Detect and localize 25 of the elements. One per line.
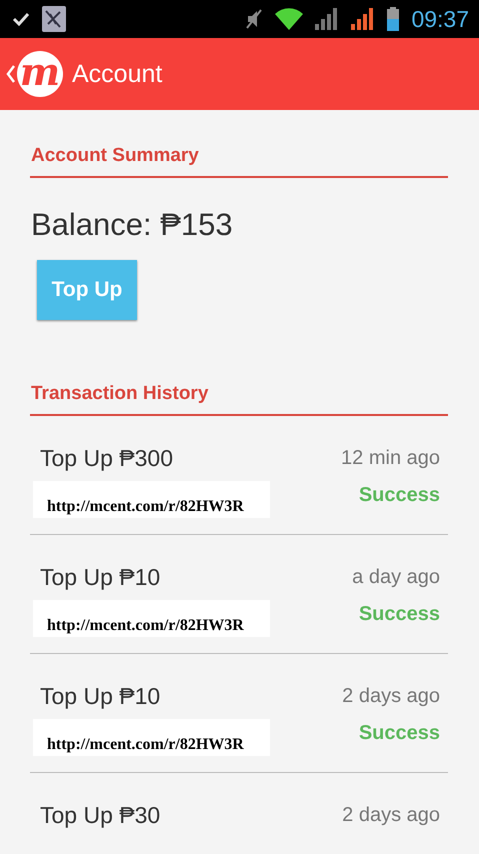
transaction-title: Top Up ₱10 xyxy=(40,563,162,591)
signal-icon xyxy=(351,8,376,30)
transaction-time: 12 min ago xyxy=(341,446,440,471)
section-heading: Account Summary xyxy=(30,110,448,178)
transaction-status: Success xyxy=(358,603,440,626)
battery-icon xyxy=(387,7,400,31)
balance-text: Balance: ₱153 xyxy=(31,207,234,243)
transaction-title: Top Up ₱30 xyxy=(40,801,162,829)
transaction-title: Top Up ₱10 xyxy=(40,682,162,710)
transaction-status: Success xyxy=(358,722,440,745)
wifi-icon xyxy=(275,8,304,30)
transaction-time: 2 days ago xyxy=(342,803,440,828)
signal-icon xyxy=(315,8,340,30)
app-logo[interactable]: m xyxy=(17,51,63,97)
clock-time: 09:37 xyxy=(411,6,469,32)
check-icon xyxy=(12,12,30,26)
mute-icon xyxy=(245,8,264,30)
transaction-title: Top Up ₱300 xyxy=(40,444,174,472)
screen-title: Account xyxy=(72,60,162,88)
transaction-time: a day ago xyxy=(352,565,440,590)
section-heading: Transaction History xyxy=(30,348,448,416)
transaction-time: 2 days ago xyxy=(342,684,440,709)
image-thumbnail-icon xyxy=(42,6,66,32)
back-icon[interactable] xyxy=(6,65,16,83)
transaction-status: Success xyxy=(358,484,440,507)
